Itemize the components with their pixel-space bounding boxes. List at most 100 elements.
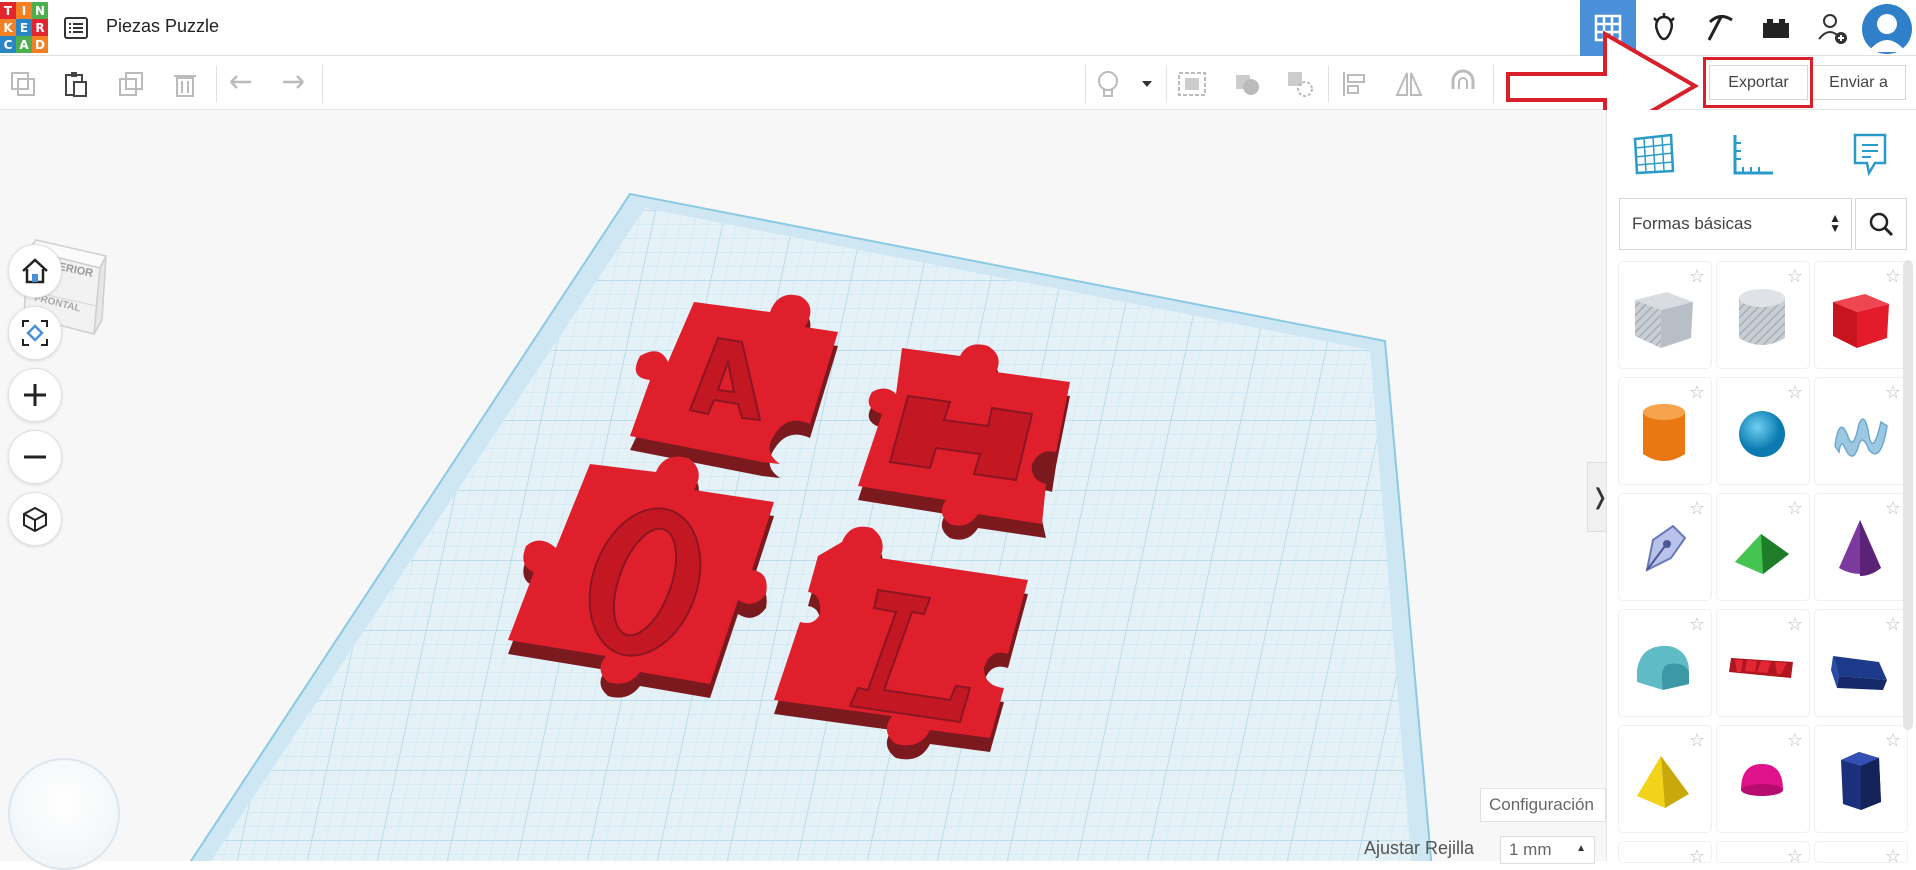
cylinder-striped-icon xyxy=(1739,289,1785,345)
ungroup-button[interactable] xyxy=(1232,69,1262,99)
shape-roof[interactable]: ☆ xyxy=(1717,494,1809,600)
star-icon[interactable]: ☆ xyxy=(1885,846,1901,862)
mirror-icon xyxy=(1395,72,1423,96)
logo-letter: D xyxy=(32,36,48,53)
notes-button[interactable] xyxy=(1093,69,1123,99)
toolbar-divider xyxy=(322,65,323,103)
magnet-icon xyxy=(1451,69,1475,89)
home-view-button[interactable] xyxy=(8,244,62,298)
fit-view-button[interactable] xyxy=(8,306,62,360)
scribble-icon xyxy=(1834,418,1888,457)
navigation-joystick[interactable] xyxy=(8,758,120,870)
shape-round-roof[interactable]: ☆ xyxy=(1619,610,1711,716)
duplicate-icon xyxy=(119,72,143,96)
shape-pyramid[interactable]: ☆ xyxy=(1619,726,1711,832)
shape-tile-partial[interactable]: ☆ xyxy=(1815,842,1907,862)
shape-text[interactable]: ☆ xyxy=(1717,610,1809,716)
send-to-button[interactable]: Enviar a xyxy=(1811,65,1906,100)
settings-button[interactable]: Configuración xyxy=(1480,788,1606,822)
delete-button[interactable] xyxy=(170,69,200,99)
perspective-button[interactable] xyxy=(8,492,62,546)
avatar-icon xyxy=(1868,14,1906,52)
tinkercad-logo[interactable]: T I N K E R C A D xyxy=(0,2,48,54)
sort-arrows-icon: ▲ ▼ xyxy=(1829,211,1841,235)
undo-button[interactable] xyxy=(226,69,256,99)
shape-cone[interactable]: ☆ xyxy=(1815,494,1907,600)
search-icon xyxy=(1869,212,1894,237)
project-title[interactable]: Piezas Puzzle xyxy=(106,16,219,37)
copy-icon xyxy=(11,72,35,96)
half-sphere-icon xyxy=(1741,764,1783,796)
shape-category-value: Formas básicas xyxy=(1632,214,1752,233)
ruler-icon xyxy=(1733,135,1773,175)
toolbar-divider xyxy=(1328,65,1329,103)
shape-tile-partial[interactable]: ☆ xyxy=(1619,842,1711,862)
align-button[interactable] xyxy=(1340,69,1370,99)
toolbar-divider xyxy=(1085,65,1086,103)
fit-view-icon xyxy=(22,320,48,346)
zoom-in-button[interactable] xyxy=(8,368,62,422)
cylinder-icon xyxy=(1643,404,1685,461)
copy-button[interactable] xyxy=(8,69,38,99)
redo-icon xyxy=(283,75,304,89)
pickaxe-icon xyxy=(1707,15,1733,41)
align-holes-button[interactable] xyxy=(1285,69,1315,99)
plus-icon xyxy=(24,384,46,406)
logo-letter: K xyxy=(0,19,16,36)
snap-grid-select[interactable]: 1 mm ▲ xyxy=(1500,836,1595,864)
workplane-grid-icon xyxy=(1633,133,1675,175)
bricks-button[interactable] xyxy=(1748,0,1804,56)
lightbulb-icon xyxy=(1098,71,1118,97)
shape-category-select[interactable]: Formas básicas ▲ ▼ xyxy=(1619,198,1852,250)
shape-wedge[interactable]: ☆ xyxy=(1815,610,1907,716)
group-button[interactable] xyxy=(1177,69,1207,99)
invite-user-button[interactable] xyxy=(1804,0,1860,56)
sphere-icon xyxy=(1739,411,1785,457)
codeblocks-button[interactable] xyxy=(1692,0,1748,56)
shape-sphere[interactable]: ☆ xyxy=(1717,378,1809,484)
notes-dropdown[interactable] xyxy=(1132,69,1162,99)
mirror-button[interactable] xyxy=(1394,69,1424,99)
box-icon xyxy=(1833,294,1889,348)
star-icon[interactable]: ☆ xyxy=(1787,846,1803,862)
shape-polygon[interactable]: ☆ xyxy=(1815,726,1907,832)
shape-box-hole[interactable]: ☆ xyxy=(1619,262,1711,368)
ruler-tab[interactable] xyxy=(1725,128,1779,180)
logo-letter: N xyxy=(32,2,48,19)
cruise-button[interactable] xyxy=(1448,69,1478,99)
shape-search-button[interactable] xyxy=(1855,198,1907,250)
shape-cylinder-hole[interactable]: ☆ xyxy=(1717,262,1809,368)
shape-scribble[interactable]: ☆ xyxy=(1815,378,1907,484)
pyramid-icon xyxy=(1637,756,1689,808)
star-icon[interactable]: ☆ xyxy=(1689,846,1705,862)
workplane-tab[interactable] xyxy=(1627,128,1681,180)
shape-box[interactable]: ☆ xyxy=(1815,262,1907,368)
shape-tile-partial[interactable]: ☆ xyxy=(1717,842,1809,862)
toolbar-divider xyxy=(1493,65,1494,103)
add-user-icon xyxy=(1818,14,1847,44)
align-icon xyxy=(1343,72,1365,96)
group-icon xyxy=(1178,72,1206,96)
workplane-viewport[interactable]: SUPERIOR FRONTAL xyxy=(0,110,1606,861)
shape-half-sphere[interactable]: ☆ xyxy=(1717,726,1809,832)
logo-letter: C xyxy=(0,36,16,53)
user-avatar[interactable] xyxy=(1862,4,1912,54)
snap-grid-value: 1 mm xyxy=(1509,840,1552,859)
shape-cylinder[interactable]: ☆ xyxy=(1619,378,1711,484)
brick-icon xyxy=(1763,19,1789,38)
paste-icon xyxy=(65,72,87,97)
design-list-icon[interactable] xyxy=(64,17,88,39)
trash-icon xyxy=(174,75,196,97)
notes-tab[interactable] xyxy=(1843,128,1897,180)
polygon-icon xyxy=(1841,752,1881,810)
shapes-scrollbar[interactable] xyxy=(1903,260,1913,730)
cube-icon xyxy=(23,506,47,533)
zoom-out-button[interactable] xyxy=(8,430,62,484)
export-highlight-box xyxy=(1703,57,1813,108)
redo-button[interactable] xyxy=(278,69,308,99)
paste-button[interactable] xyxy=(61,69,91,99)
duplicate-button[interactable] xyxy=(116,69,146,99)
toolbar-divider xyxy=(216,65,217,103)
logo-letter: I xyxy=(16,2,32,19)
shape-pen[interactable]: ☆ xyxy=(1619,494,1711,600)
